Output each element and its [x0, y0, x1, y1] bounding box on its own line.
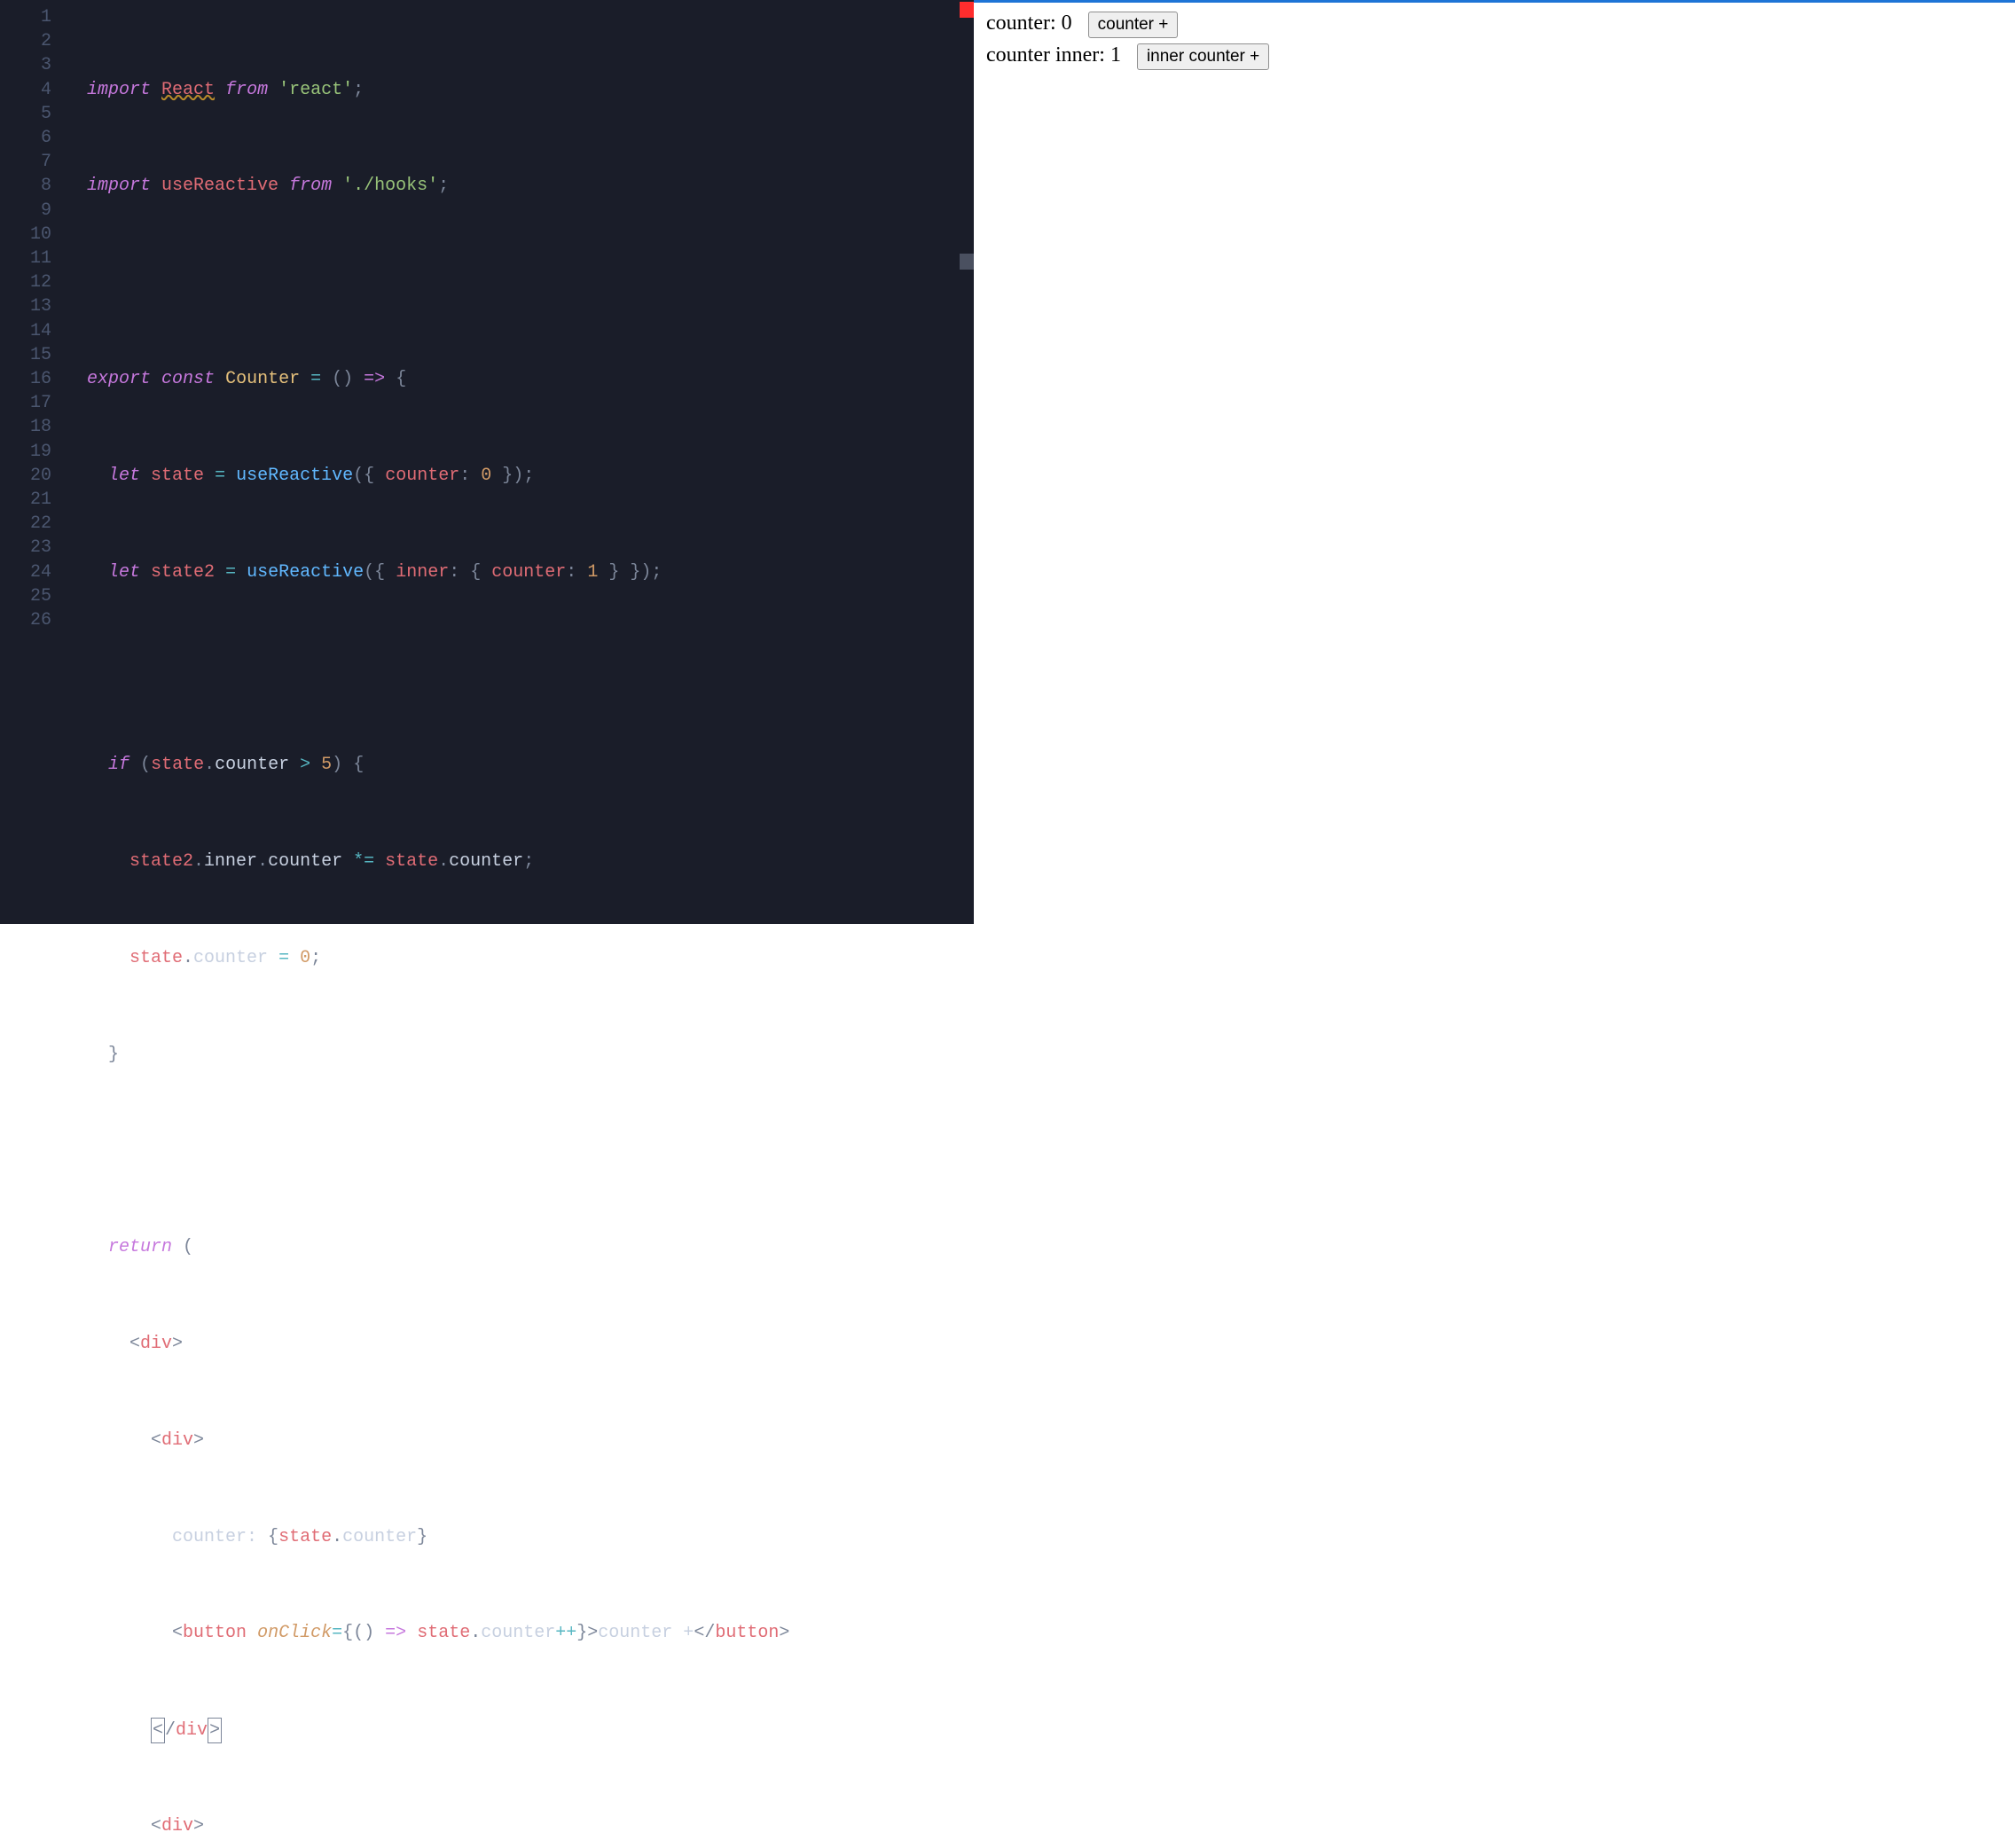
code-line[interactable]: if (state.counter > 5) { [87, 753, 974, 777]
line-number: 23 [0, 536, 71, 560]
counter-inner-label: counter inner: 1 [986, 43, 1121, 67]
code-line[interactable] [87, 1139, 974, 1163]
code-line[interactable]: <div> [87, 1332, 974, 1356]
line-number: 26 [0, 608, 71, 632]
line-number: 20 [0, 464, 71, 488]
line-number: 9 [0, 199, 71, 223]
counter-inner-row: counter inner: 1 inner counter + [986, 43, 2003, 70]
line-number: 21 [0, 488, 71, 512]
code-line[interactable]: <div> [87, 1814, 974, 1838]
counter-inner-value: 1 [1110, 43, 1121, 67]
line-number: 2 [0, 29, 71, 53]
counter-plus-button[interactable]: counter + [1088, 12, 1179, 38]
code-line[interactable]: let state = useReactive({ counter: 0 }); [87, 464, 974, 488]
text-cursor: < [151, 1718, 165, 1743]
code-text-area[interactable]: import React from 'react'; import useRea… [71, 0, 974, 924]
counter-label: counter: 0 [986, 12, 1072, 35]
inner-counter-plus-button[interactable]: inner counter + [1137, 43, 1269, 70]
line-number: 14 [0, 319, 71, 343]
counter-value: 0 [1062, 12, 1072, 35]
line-number: 15 [0, 343, 71, 367]
overview-ruler[interactable] [960, 0, 974, 924]
code-line[interactable]: } [87, 1043, 974, 1067]
line-number: 18 [0, 415, 71, 439]
line-number: 5 [0, 102, 71, 126]
line-number: 19 [0, 440, 71, 464]
line-number: 25 [0, 584, 71, 608]
overview-viewport-thumb[interactable] [960, 254, 974, 270]
code-line[interactable] [87, 270, 974, 294]
code-line[interactable] [87, 656, 974, 680]
line-number: 4 [0, 78, 71, 102]
code-line[interactable]: state.counter = 0; [87, 946, 974, 970]
line-number: 6 [0, 126, 71, 150]
line-number: 16 [0, 367, 71, 391]
line-number: 11 [0, 247, 71, 270]
line-number: 1 [0, 5, 71, 29]
warning-squiggle: React [161, 80, 215, 100]
line-number: 8 [0, 174, 71, 198]
code-line[interactable]: return ( [87, 1235, 974, 1259]
line-number: 7 [0, 150, 71, 174]
code-line-active[interactable]: </div> [87, 1718, 974, 1742]
code-line[interactable]: <div> [87, 1429, 974, 1453]
line-number-gutter: 1 2 3 4 5 6 7 8 9 10 11 12 13 14 15 16 1… [0, 0, 71, 924]
bracket-match: > [208, 1718, 222, 1743]
line-number: 10 [0, 223, 71, 247]
code-line[interactable]: import React from 'react'; [87, 78, 974, 102]
counter-row: counter: 0 counter + [986, 12, 2003, 38]
code-line[interactable]: let state2 = useReactive({ inner: { coun… [87, 560, 974, 584]
code-line[interactable]: export const Counter = () => { [87, 367, 974, 391]
code-line[interactable]: counter: {state.counter} [87, 1525, 974, 1549]
code-line[interactable]: <button onClick={() => state.counter++}>… [87, 1621, 974, 1645]
code-editor-pane[interactable]: 1 2 3 4 5 6 7 8 9 10 11 12 13 14 15 16 1… [0, 0, 974, 924]
line-number: 24 [0, 560, 71, 584]
line-number: 3 [0, 53, 71, 77]
browser-preview-pane: counter: 0 counter + counter inner: 1 in… [974, 0, 2015, 924]
line-number: 13 [0, 294, 71, 318]
line-number: 17 [0, 391, 71, 415]
overview-error-marker[interactable] [960, 2, 974, 18]
line-number: 22 [0, 512, 71, 536]
line-number: 12 [0, 270, 71, 294]
code-line[interactable]: import useReactive from './hooks'; [87, 174, 974, 198]
code-line[interactable]: state2.inner.counter *= state.counter; [87, 850, 974, 873]
